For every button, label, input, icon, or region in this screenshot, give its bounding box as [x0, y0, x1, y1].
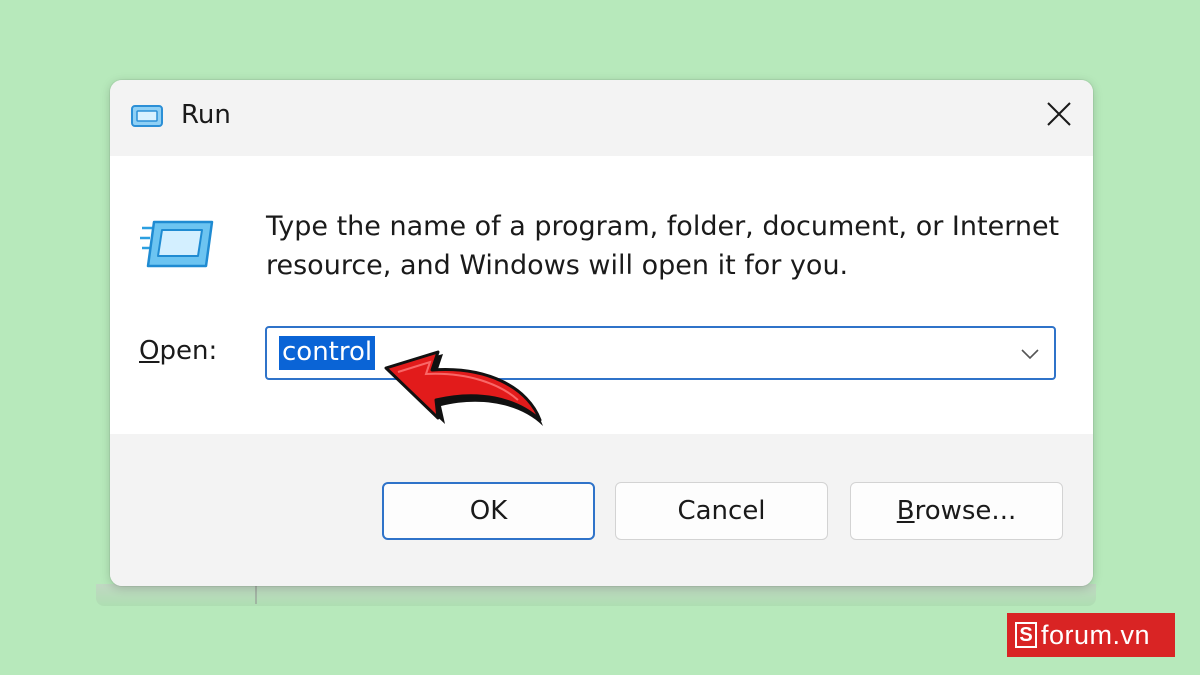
browse-label: rowse... — [914, 496, 1017, 526]
browse-mnemonic: B — [896, 496, 915, 526]
description-text: Type the name of a program, folder, docu… — [266, 211, 1060, 281]
open-input-value[interactable]: control — [279, 336, 376, 370]
run-icon — [131, 105, 163, 127]
open-label: Open: — [139, 336, 217, 366]
run-dialog: Run Type the name of a program, folder, … — [110, 80, 1093, 586]
open-label-mnemonic: O — [139, 336, 160, 366]
window-title: Run — [181, 100, 231, 130]
title-bar: Run — [110, 80, 1093, 156]
run-program-icon — [140, 220, 214, 268]
browse-button[interactable]: Browse... — [850, 482, 1063, 540]
chevron-down-icon[interactable] — [1016, 340, 1044, 368]
close-icon — [1047, 102, 1071, 126]
red-pointer-arrow-icon — [384, 350, 543, 426]
close-button[interactable] — [1039, 94, 1079, 134]
taskbar-shadow — [96, 584, 1096, 606]
sforum-logo-letter: S — [1015, 622, 1037, 648]
open-label-text: pen: — [159, 336, 218, 366]
shadow-divider — [255, 586, 257, 604]
sforum-logo: S forum.vn — [1007, 613, 1175, 657]
sforum-logo-text: forum.vn — [1041, 619, 1151, 650]
